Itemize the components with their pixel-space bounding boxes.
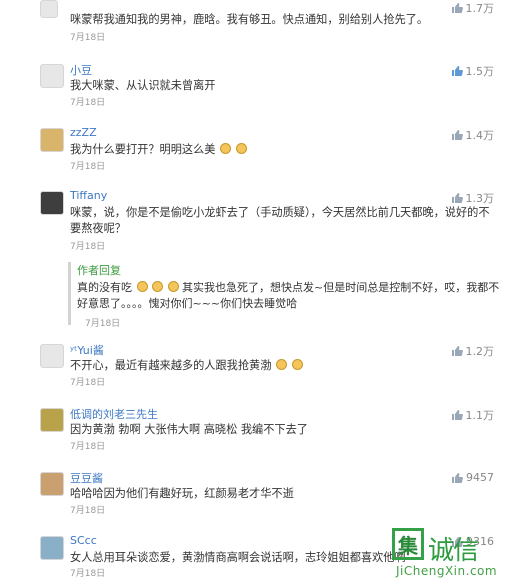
- avatar[interactable]: [40, 472, 64, 496]
- reply-date: 7月18日: [85, 319, 121, 329]
- watermark-logo: 集 诚信 JiChengXin.com: [392, 528, 510, 580]
- comment-date: 7月18日: [70, 242, 106, 252]
- comment-date: 7月18日: [70, 33, 106, 43]
- watermark-url: JiChengXin.com: [396, 564, 498, 578]
- emoji-icon: [167, 281, 179, 292]
- like-count: 1.4万: [465, 129, 495, 142]
- like-count: 1.1万: [465, 409, 495, 422]
- reply-author-label: 作者回复: [77, 264, 121, 277]
- comment-date: 7月18日: [70, 569, 106, 579]
- like-button[interactable]: 1.2万: [451, 343, 495, 359]
- comment-text: 我为什么要打开？明明这么美: [70, 142, 498, 158]
- like-button[interactable]: 1.4万: [451, 127, 495, 143]
- avatar[interactable]: [40, 64, 64, 88]
- comment-date: 7月18日: [70, 98, 106, 108]
- thumbs-up-icon: [451, 410, 463, 420]
- reply-text-part: 真的没有吃: [77, 281, 132, 294]
- comment-text: 因为黄渤 勃啊 大张伟大啊 高晓松 我编不下去了: [70, 423, 308, 436]
- emoji-icon: [220, 143, 232, 154]
- like-count: 1.3万: [465, 192, 495, 205]
- thumbs-up-icon: [451, 193, 463, 203]
- thumbs-up-icon: [451, 130, 463, 140]
- emoji-icon: [291, 359, 303, 370]
- commenter-name[interactable]: zzZZ: [70, 126, 97, 139]
- like-count: 1.5万: [465, 65, 495, 78]
- avatar[interactable]: [40, 408, 64, 432]
- comment-text: 咪蒙帮我通知我的男神，鹿晗。我有够丑。快点通知，别给别人抢先了。: [70, 13, 429, 26]
- like-button[interactable]: 1.1万: [451, 407, 495, 423]
- avatar[interactable]: [40, 344, 64, 368]
- like-count: 1.2万: [465, 345, 495, 358]
- thumbs-up-icon: [451, 346, 463, 356]
- emoji-icon: [235, 143, 247, 154]
- commenter-name[interactable]: ʸᵗYui酱: [70, 342, 104, 358]
- thumbs-up-icon: [451, 66, 463, 76]
- commenter-name[interactable]: 低调的刘老三先生: [70, 406, 158, 422]
- comment-text-content: 我为什么要打开？明明这么美: [70, 143, 216, 156]
- comment-date: 7月18日: [70, 162, 106, 172]
- comment-text: 咪蒙，说，你是不是偷吃小龙虾去了（手动质疑），今天居然比前几天都晚，说好的不要熬…: [70, 206, 490, 235]
- reply-text: 真的没有吃 其实我也急死了，想快点发~但是时间总是控制不好，哎，我都不好意思了。…: [77, 280, 509, 312]
- comment-text: 哈哈哈因为他们有趣好玩，红颜易老才华不逝: [70, 487, 294, 500]
- author-reply: 作者回复 真的没有吃 其实我也急死了，想快点发~但是时间总是控制不好，哎，我都不…: [68, 262, 509, 329]
- thumbs-up-icon: [452, 472, 463, 483]
- like-button[interactable]: 1.3万: [451, 190, 495, 206]
- comment-text: 不开心，最近有越来越多的人跟我抢黄渤: [70, 358, 498, 374]
- like-button[interactable]: 1.5万: [451, 63, 495, 79]
- avatar[interactable]: [40, 536, 64, 560]
- like-button[interactable]: 9457: [451, 471, 494, 484]
- watermark-text: 诚信: [428, 536, 479, 566]
- comment-date: 7月18日: [70, 506, 106, 516]
- commenter-name[interactable]: Tiffany: [70, 189, 107, 202]
- commenter-name[interactable]: SCcc: [70, 534, 97, 547]
- commenter-name[interactable]: 豆豆酱: [70, 470, 103, 486]
- avatar[interactable]: [40, 128, 64, 152]
- comment-text: 我大咪蒙、从认识就未曾离开: [70, 79, 216, 92]
- avatar[interactable]: [40, 0, 58, 18]
- avatar[interactable]: [40, 191, 64, 215]
- comment-date: 7月18日: [70, 442, 106, 452]
- emoji-icon: [152, 281, 163, 292]
- emoji-icon: [136, 281, 148, 292]
- comment-text-content: 不开心，最近有越来越多的人跟我抢黄渤: [70, 359, 272, 372]
- watermark-box: 集: [392, 528, 424, 560]
- commenter-name[interactable]: 小豆: [70, 62, 92, 78]
- comment-date: 7月18日: [70, 378, 106, 388]
- emoji-icon: [275, 359, 287, 370]
- like-count: 9457: [466, 471, 494, 484]
